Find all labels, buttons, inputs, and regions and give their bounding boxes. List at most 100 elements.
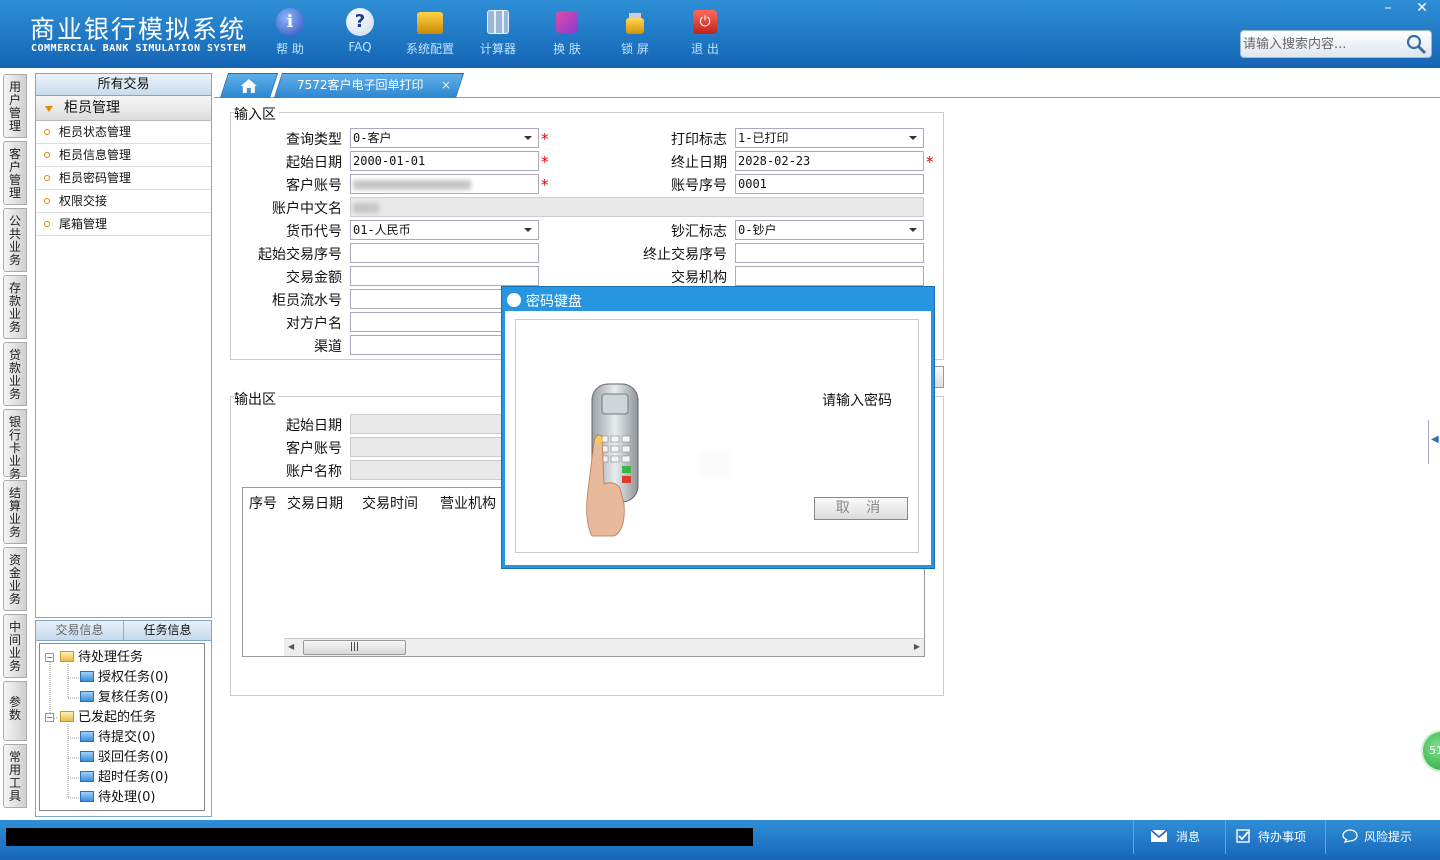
floating-assistant-badge[interactable]: 51 (1421, 730, 1440, 772)
task-tree: − − 待处理任务 授权任务(0) 复核任务(0) 已发起的任务 待提交(0) … (39, 643, 205, 811)
app-subtitle: COMMERCIAL BANK SIMULATION SYSTEM (31, 43, 247, 54)
customer-account-field[interactable] (350, 174, 539, 194)
side-collapse-handle[interactable]: ◀ (1428, 420, 1440, 464)
tree-node-initiated[interactable]: 已发起的任务 (60, 709, 156, 727)
tree-node-label: 超时任务(0) (98, 770, 169, 785)
nav-bank-card-business[interactable]: 银行卡业务 (3, 409, 27, 481)
menu-item-teller-password[interactable]: 柜员密码管理 (36, 167, 211, 190)
skin-button[interactable]: 换 肤 (532, 8, 602, 57)
collapse-toggle[interactable]: − (45, 713, 54, 722)
info-icon: i (276, 8, 304, 36)
shirt-icon (556, 11, 578, 33)
nav-loan-business[interactable]: 贷款业务 (3, 342, 27, 406)
tab-bar: 7572客户电子回单打印 × (214, 73, 1440, 98)
faq-button[interactable]: ? FAQ (325, 8, 395, 54)
input-zone-title: 输入区 (234, 104, 279, 124)
end-seq-field[interactable] (735, 243, 924, 263)
task-tabs: 交易信息 任务信息 (36, 621, 211, 641)
menu-header[interactable]: 所有交易 (36, 74, 211, 96)
skin-label: 换 肤 (553, 42, 581, 56)
start-date-field[interactable]: 2000-01-01 (350, 151, 539, 171)
calculator-label: 计算器 (479, 42, 516, 56)
tree-node-label: 待处理任务 (78, 650, 144, 665)
scroll-left-icon[interactable]: ◀ (288, 642, 294, 651)
folder-icon (80, 731, 94, 742)
nav-settlement-business[interactable]: 结算业务 (3, 480, 27, 544)
status-message-area (6, 828, 753, 846)
exit-button[interactable]: ⏻ 退 出 (670, 8, 740, 57)
column-header-branch[interactable]: 营业机构 (440, 493, 496, 513)
lock-screen-button[interactable]: 锁 屏 (600, 8, 670, 57)
tree-node-label: 已发起的任务 (78, 710, 157, 725)
redacted-value (353, 179, 471, 190)
bullet-icon (44, 175, 50, 181)
account-name-field (350, 197, 924, 217)
column-header-trade-time[interactable]: 交易时间 (362, 493, 418, 513)
open-folder-icon (60, 711, 74, 722)
todo-button[interactable]: 待办事项 (1225, 820, 1325, 854)
nav-intermediate-business[interactable]: 中间业务 (3, 614, 27, 678)
open-folder-icon (60, 651, 74, 662)
menu-item-cash-box[interactable]: 尾箱管理 (36, 213, 211, 236)
tab-task-info[interactable]: 任务信息 (124, 621, 211, 640)
scrollbar-thumb[interactable]: ||| (303, 640, 406, 655)
query-type-select[interactable]: 0-客户 (350, 128, 539, 148)
column-header-seq[interactable]: 序号 (249, 493, 277, 513)
minimize-button[interactable]: – (1372, 0, 1404, 18)
cancel-button[interactable]: 取 消 (814, 497, 908, 520)
cash-flag-select[interactable]: 0-钞户 (735, 220, 924, 240)
tree-node-authorize[interactable]: 授权任务(0) (80, 669, 168, 687)
nav-public-business[interactable]: 公共业务 (3, 208, 27, 272)
start-date-label: 起始日期 (286, 155, 342, 171)
tab-7572-e-receipt[interactable]: 7572客户电子回单打印 × (273, 73, 465, 98)
keypad-dialog-icon (507, 293, 521, 307)
search-input[interactable] (1243, 33, 1403, 55)
column-header-trade-date[interactable]: 交易日期 (287, 493, 343, 513)
amount-field[interactable] (350, 266, 539, 286)
tree-node-to-submit[interactable]: 待提交(0) (80, 729, 155, 747)
tree-node-to-process[interactable]: 待处理(0) (80, 789, 155, 807)
search-icon[interactable] (1405, 33, 1427, 55)
tab-close-icon[interactable]: × (441, 74, 451, 97)
tree-node-pending[interactable]: 待处理任务 (60, 649, 143, 667)
password-prompt: 请输入密码 (822, 393, 892, 409)
help-button[interactable]: i 帮 助 (255, 8, 325, 57)
expand-triangle-icon (45, 106, 53, 112)
query-type-label: 查询类型 (286, 132, 342, 148)
tab-home[interactable] (219, 73, 279, 98)
tree-node-review[interactable]: 复核任务(0) (80, 689, 168, 707)
start-seq-field[interactable] (350, 243, 539, 263)
message-button[interactable]: 消息 (1133, 820, 1225, 854)
menu-item-teller-info[interactable]: 柜员信息管理 (36, 144, 211, 167)
scroll-right-icon[interactable]: ▶ (914, 642, 920, 651)
collapse-toggle[interactable]: − (45, 653, 54, 662)
org-field[interactable] (735, 266, 924, 286)
nav-deposit-business[interactable]: 存款业务 (3, 275, 27, 339)
print-flag-select[interactable]: 1-已打印 (735, 128, 924, 148)
menu-item-teller-status[interactable]: 柜员状态管理 (36, 121, 211, 144)
menu-group-teller-management[interactable]: 柜员管理 (36, 96, 211, 121)
org-label: 交易机构 (671, 270, 727, 286)
menu-item-label: 柜员密码管理 (59, 171, 132, 185)
system-config-button[interactable]: 系统配置 (395, 8, 465, 57)
tab-transaction-info[interactable]: 交易信息 (36, 621, 124, 640)
risk-alert-button[interactable]: 风险提示 (1325, 820, 1440, 854)
nav-user-management[interactable]: 用户管理 (3, 74, 27, 138)
lock-screen-label: 锁 屏 (621, 42, 649, 56)
currency-select[interactable]: 01-人民币 (350, 220, 539, 240)
nav-common-tools[interactable]: 常用工具 (3, 744, 27, 808)
menu-item-permission-handover[interactable]: 权限交接 (36, 190, 211, 213)
folder-icon (80, 751, 94, 762)
calculator-button[interactable]: 计算器 (463, 8, 533, 57)
nav-fund-business[interactable]: 资金业务 (3, 547, 27, 611)
nav-parameters[interactable]: 参数 (3, 681, 27, 741)
counterparty-label: 对方户名 (286, 316, 342, 332)
nav-customer-management[interactable]: 客户管理 (3, 141, 27, 205)
tree-node-rejected[interactable]: 驳回任务(0) (80, 749, 168, 767)
end-date-field[interactable]: 2028-02-23 (735, 151, 924, 171)
todo-label: 待办事项 (1258, 830, 1307, 844)
customer-account-label: 客户账号 (286, 178, 342, 194)
account-seq-field[interactable]: 0001 (735, 174, 924, 194)
close-window-button[interactable]: ✕ (1406, 0, 1438, 18)
tree-node-timeout[interactable]: 超时任务(0) (80, 769, 168, 787)
